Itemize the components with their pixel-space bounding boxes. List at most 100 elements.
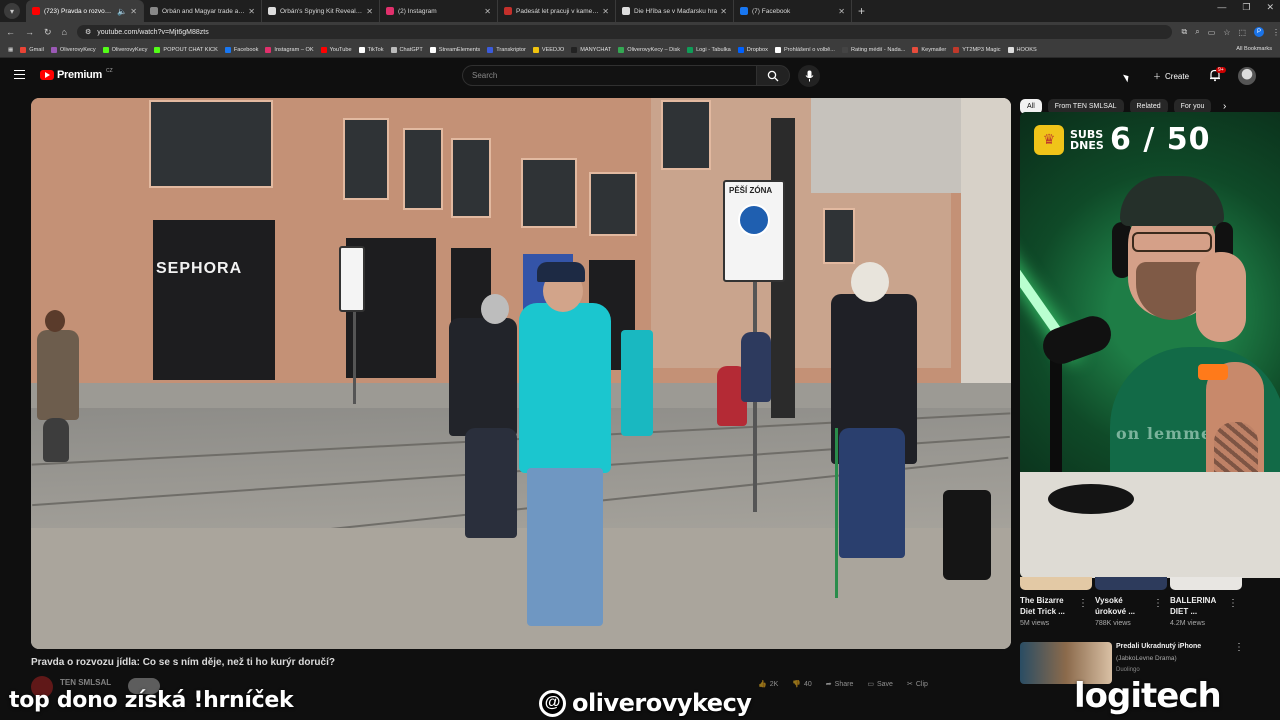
- tab-close-icon[interactable]: ✕: [130, 7, 137, 16]
- menu-icon[interactable]: ⋮: [1272, 28, 1280, 37]
- tab-close-icon[interactable]: ✕: [366, 7, 373, 16]
- address-bar[interactable]: ⚙ youtube.com/watch?v=Mjt6gM88zts: [76, 25, 1172, 39]
- bookmark[interactable]: Instagram – OK: [265, 46, 314, 53]
- more-icon[interactable]: ⋮: [1078, 598, 1088, 609]
- tab-close-icon[interactable]: ✕: [484, 7, 491, 16]
- bookmark[interactable]: Rating médií - Nada...: [841, 46, 906, 53]
- bookmark[interactable]: Prohlášení o volbě...: [774, 46, 835, 53]
- forward-icon[interactable]: →: [25, 27, 34, 37]
- video-window: [589, 172, 637, 236]
- video-street-sign: PĚŠÍ ZÓNA: [723, 180, 785, 282]
- create-button[interactable]: ＋ Create: [1147, 67, 1195, 85]
- bookmark[interactable]: MANYCHAT: [571, 46, 611, 53]
- apps-icon[interactable]: ▦: [8, 47, 13, 53]
- search-input[interactable]: Search: [462, 65, 756, 86]
- clip-button[interactable]: ✂ Clip: [907, 680, 928, 689]
- translate-icon[interactable]: ⧉: [1182, 27, 1188, 37]
- bookmark[interactable]: HOOKS: [1007, 46, 1037, 53]
- bookmark[interactable]: ChatGPT: [390, 46, 423, 53]
- tab-close-icon[interactable]: ✕: [838, 7, 845, 16]
- video-window: [149, 100, 273, 188]
- bookmark[interactable]: Keymailer: [912, 46, 946, 53]
- more-icon[interactable]: ⋮: [1153, 598, 1163, 609]
- notification-count: 9+: [1216, 67, 1226, 73]
- bookmark[interactable]: OliverovyKecy – Disk: [618, 46, 680, 53]
- screen: ▾ (723) Pravda o rozvozu jídla🔈✕ Orbán a…: [0, 0, 1280, 720]
- bookmark-star-icon[interactable]: ☆: [1223, 28, 1230, 37]
- bookmark-label: Gmail: [29, 46, 44, 53]
- browser-tab[interactable]: Orbán and Magyar trade accus ✕: [144, 0, 262, 22]
- extensions-icon[interactable]: ⬚: [1238, 28, 1246, 37]
- browser-tab[interactable]: (2) Instagram ✕: [380, 0, 498, 22]
- bookmark[interactable]: TikTok: [358, 46, 384, 53]
- bookmark-favicon: [953, 46, 960, 53]
- minimize-icon[interactable]: —: [1217, 2, 1226, 13]
- browser-toolbar: ← → ↻ ⌂ ⚙ youtube.com/watch?v=Mjt6gM88zt…: [0, 22, 1280, 42]
- zoom-icon[interactable]: ⌕: [1195, 27, 1199, 37]
- chevron-right-icon[interactable]: ›: [1223, 101, 1226, 112]
- account-avatar[interactable]: [1238, 67, 1256, 85]
- speaker-icon[interactable]: 🔈: [117, 7, 127, 16]
- browser-tab[interactable]: (7) Facebook ✕: [734, 0, 852, 22]
- bookmark[interactable]: OliverovyKecy: [102, 46, 147, 53]
- bookmark[interactable]: Dropbox: [737, 46, 768, 53]
- bookmark-label: Rating médií - Nada...: [850, 46, 906, 53]
- rec-thumbnail[interactable]: [1020, 577, 1092, 590]
- tab-search-icon[interactable]: ▾: [4, 3, 20, 19]
- save-button[interactable]: ▭ Save: [867, 680, 893, 689]
- video-courier: [527, 468, 603, 626]
- more-icon[interactable]: ⋮: [1228, 598, 1238, 609]
- bookmark[interactable]: Logi - Tabulka: [687, 46, 731, 53]
- new-tab-icon[interactable]: +: [858, 4, 865, 18]
- tab-close-icon[interactable]: ✕: [602, 7, 609, 16]
- bookmark[interactable]: Facebook: [224, 46, 258, 53]
- like-button[interactable]: 👍 2K: [758, 680, 778, 689]
- browser-tab[interactable]: Die Hříba se v Maďarsku hra ✕: [616, 0, 734, 22]
- guide-menu-icon[interactable]: [14, 70, 25, 79]
- all-bookmarks[interactable]: All Bookmarks: [1236, 46, 1272, 52]
- home-icon[interactable]: ⌂: [62, 27, 67, 37]
- video-player[interactable]: SEPHORA PĚŠÍ ZÓNA: [31, 98, 1011, 649]
- bookmark[interactable]: POPOUT CHAT KICK: [154, 46, 218, 53]
- bookmark[interactable]: Transkriptor: [487, 46, 526, 53]
- bookmark[interactable]: VEEDJO: [532, 46, 564, 53]
- bookmark[interactable]: YT2MP3 Magic: [953, 46, 1001, 53]
- threads-handle: oliverovykecy: [572, 689, 752, 717]
- youtube-play-icon: [40, 70, 54, 80]
- bookmark-label: StreamElements: [438, 46, 481, 53]
- cast-icon[interactable]: ▭: [1208, 28, 1216, 37]
- rec-thumbnail[interactable]: [1095, 577, 1167, 590]
- bookmark-favicon: [429, 46, 436, 53]
- tab-close-icon[interactable]: ✕: [720, 7, 727, 16]
- browser-tab[interactable]: Orbán's Spying Kit Revealed: Is ✕: [262, 0, 380, 22]
- browser-tab[interactable]: (723) Pravda o rozvozu jídla🔈✕: [26, 0, 144, 22]
- bookmark-label: Instagram – OK: [274, 46, 314, 53]
- tab-close-icon[interactable]: ✕: [248, 7, 255, 16]
- browser-tab[interactable]: Padesát let pracuji v kamenolo ✕: [498, 0, 616, 22]
- back-icon[interactable]: ←: [6, 27, 15, 37]
- bookmark-favicon: [154, 46, 161, 53]
- comments-button[interactable]: 👎 40: [792, 680, 812, 689]
- video-window: [403, 128, 443, 210]
- youtube-logo[interactable]: Premium CZ: [40, 68, 113, 81]
- site-info-icon[interactable]: ⚙: [85, 28, 91, 36]
- voice-search-button[interactable]: [798, 65, 820, 87]
- video-pedestrian: [465, 428, 517, 538]
- reload-icon[interactable]: ↻: [44, 27, 52, 38]
- bookmark[interactable]: YouTube: [320, 46, 352, 53]
- more-icon[interactable]: ⋮: [1234, 642, 1244, 653]
- bookmark[interactable]: Gmail: [20, 46, 44, 53]
- channel-name[interactable]: TEN SMLSAL: [60, 678, 111, 687]
- bookmark-favicon: [20, 46, 27, 53]
- search-button[interactable]: [756, 65, 790, 86]
- bookmark[interactable]: OliverovyKecy: [50, 46, 96, 53]
- profile-icon[interactable]: P: [1254, 27, 1264, 37]
- bookmark-label: TikTok: [367, 46, 384, 53]
- maximize-icon[interactable]: ❐: [1242, 2, 1250, 13]
- bookmark-label: POPOUT CHAT KICK: [163, 46, 218, 53]
- window-close-icon[interactable]: ✕: [1266, 2, 1274, 13]
- bookmark-favicon: [265, 46, 272, 53]
- rec-thumbnail[interactable]: [1170, 577, 1242, 590]
- bookmark[interactable]: StreamElements: [429, 46, 481, 53]
- share-button[interactable]: ➦ Share: [826, 680, 854, 689]
